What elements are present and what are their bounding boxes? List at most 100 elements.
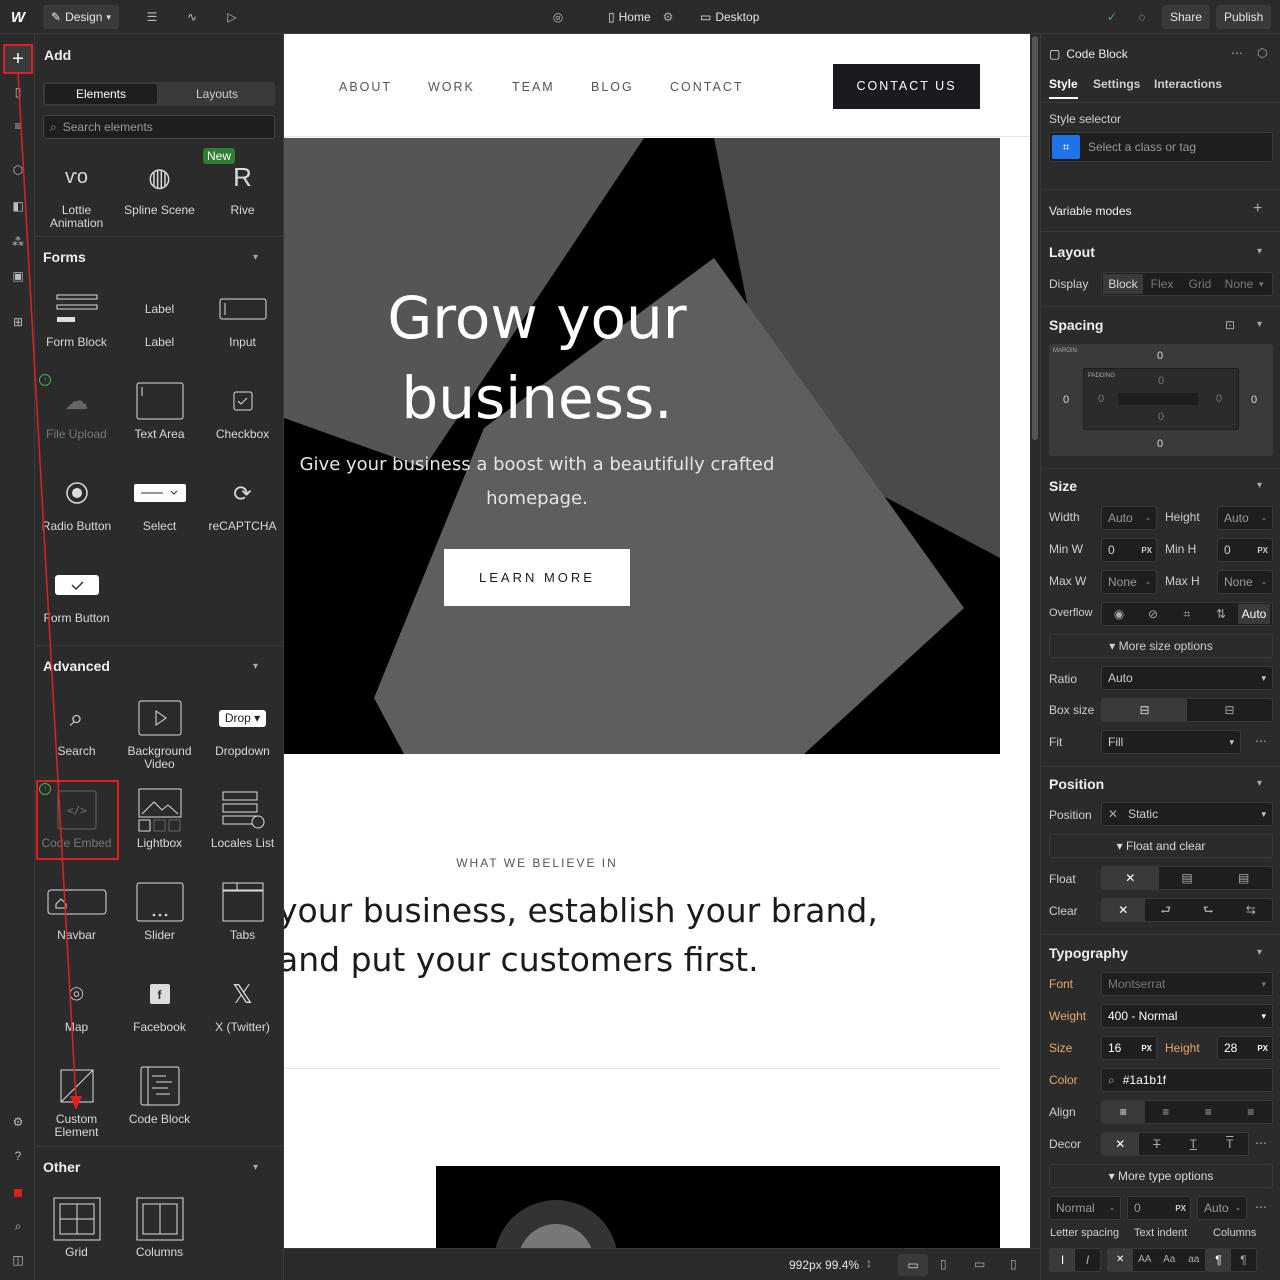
more-size-options[interactable]: ▾ More size options [1049, 634, 1273, 658]
element-grid[interactable]: Grid [35, 1196, 118, 1259]
minh-input[interactable]: 0 PX [1217, 538, 1273, 562]
align-left-icon[interactable]: ≡ [1102, 1101, 1145, 1123]
canvas-scrollbar[interactable] [1030, 34, 1040, 1248]
spacing-mode-icon[interactable]: ⊡ [1225, 318, 1235, 332]
element-slider[interactable]: Slider [118, 879, 201, 942]
margin-top[interactable]: 0 [1157, 350, 1163, 362]
chevron-down-icon[interactable]: ▾ [1257, 246, 1262, 257]
border-box-icon[interactable]: ⊟ [1102, 699, 1187, 721]
element-text-area[interactable]: Text Area [118, 378, 201, 441]
overflow-auto[interactable]: Auto [1238, 604, 1270, 624]
element-facebook[interactable]: f Facebook [118, 971, 201, 1034]
add-elements-icon[interactable]: + [3, 44, 33, 74]
font-select[interactable]: Montserrat ▾ [1101, 972, 1273, 996]
nav-blog[interactable]: BLOG [591, 80, 634, 94]
tablet-icon[interactable]: ▯ [940, 1257, 947, 1271]
padding-top[interactable]: 0 [1158, 375, 1164, 387]
text-indent-input[interactable]: 0 PX [1127, 1196, 1191, 1220]
settings-icon[interactable]: ⚙ [6, 1110, 30, 1134]
comment-icon[interactable]: ◌ [1130, 5, 1154, 29]
element-dropdown[interactable]: Drop ▾ Dropdown [201, 695, 283, 758]
display-grid[interactable]: Grid [1181, 277, 1219, 291]
align-justify-icon[interactable]: ≡ [1230, 1101, 1273, 1123]
play-icon[interactable]: ▷ [220, 5, 244, 29]
search-input[interactable]: ⌕ Search elements [43, 115, 275, 139]
add-icon[interactable]: + [1253, 200, 1262, 218]
page-selector[interactable]: ▯ Home ⚙ [608, 10, 673, 24]
minw-input[interactable]: 0 PX [1101, 538, 1157, 562]
line-height-input[interactable]: 28 PX [1217, 1036, 1273, 1060]
search-icon[interactable]: ⌕ [6, 1214, 30, 1238]
scroll-icon[interactable]: ⇅ [1204, 607, 1238, 621]
components-icon[interactable]: ⬡ [6, 158, 30, 182]
chevron-down-icon[interactable]: ▾ [1257, 480, 1262, 491]
nav-work[interactable]: WORK [428, 80, 475, 94]
component-icon[interactable]: ⬡ [1257, 46, 1267, 60]
margin-right[interactable]: 0 [1251, 394, 1257, 406]
element-columns[interactable]: Columns [118, 1196, 201, 1259]
contact-us-button[interactable]: CONTACT US [833, 64, 980, 109]
element-lottie[interactable]: ⱱo Lottie Animation [35, 154, 118, 230]
element-custom-element[interactable]: Custom Element [35, 1063, 118, 1139]
element-tabs[interactable]: Tabs [201, 879, 283, 942]
content-box-icon[interactable]: ⊟ [1187, 699, 1272, 721]
element-locales-list[interactable]: Locales List [201, 787, 283, 850]
clear-right-icon[interactable]: ⮑ [1187, 899, 1230, 921]
pages-icon[interactable]: ▯ [6, 80, 30, 104]
more-icon[interactable]: ⋯ [1255, 734, 1267, 748]
mobile-portrait-icon[interactable]: ▯ [1010, 1257, 1017, 1271]
element-map[interactable]: ⌾ Map [35, 971, 118, 1034]
layout-heading[interactable]: Layout [1049, 244, 1095, 260]
resize-icon[interactable]: ↕ [866, 1256, 872, 1270]
nav-team[interactable]: TEAM [512, 80, 555, 94]
analytics-icon[interactable]: ∿ [180, 5, 204, 29]
align-center-icon[interactable]: ≡ [1145, 1101, 1188, 1123]
mobile-landscape-icon[interactable]: ▭ [974, 1257, 985, 1271]
chevron-down-icon[interactable]: ▾ [253, 1162, 258, 1173]
other-heading[interactable]: Other [43, 1159, 80, 1175]
chevron-down-icon[interactable]: ▾ [253, 252, 258, 263]
columns-input[interactable]: Auto - [1197, 1196, 1247, 1220]
clear-none-icon[interactable]: ✕ [1102, 899, 1145, 921]
breakpoint-selector[interactable]: ▭ Desktop [700, 10, 759, 24]
color-input[interactable]: ⌕ #1a1b1f [1101, 1068, 1273, 1092]
share-button[interactable]: Share [1162, 5, 1211, 29]
element-input[interactable]: Input [201, 286, 283, 349]
learn-more-button[interactable]: LEARN MORE [444, 549, 630, 606]
decor-none-icon[interactable]: ✕ [1102, 1133, 1139, 1155]
navigator-icon[interactable]: ≡ [6, 114, 30, 138]
element-recaptcha[interactable]: ⟳ reCAPTCHA [201, 470, 283, 533]
element-search[interactable]: ⌕ Search [35, 695, 118, 758]
more-icon[interactable]: ⋯ [1255, 1136, 1267, 1150]
float-left-icon[interactable]: ▤ [1159, 867, 1216, 889]
display-block[interactable]: Block [1103, 274, 1143, 294]
element-radio-button[interactable]: Radio Button [35, 470, 118, 533]
element-navbar[interactable]: Navbar [35, 879, 118, 942]
variables-icon[interactable]: ⁂ [6, 230, 30, 254]
float-none-icon[interactable]: ✕ [1102, 867, 1159, 889]
size-heading[interactable]: Size [1049, 478, 1077, 494]
tab-style[interactable]: Style [1049, 77, 1078, 99]
record-icon[interactable]: ◼ [6, 1180, 30, 1204]
nav-contact[interactable]: CONTACT [670, 80, 744, 94]
ratio-select[interactable]: Auto ▾ [1101, 666, 1273, 690]
styles-icon[interactable]: ◧ [6, 194, 30, 218]
case-none-icon[interactable]: ✕ [1108, 1249, 1133, 1271]
margin-left[interactable]: 0 [1063, 394, 1069, 406]
padding-right[interactable]: 0 [1216, 393, 1222, 405]
padding-bottom[interactable]: 0 [1158, 411, 1164, 423]
float-right-icon[interactable]: ▤ [1215, 867, 1272, 889]
advanced-heading[interactable]: Advanced [43, 658, 110, 674]
regular-style-icon[interactable]: I [1050, 1249, 1075, 1271]
fit-select[interactable]: Fill ▾ [1101, 730, 1241, 754]
element-code-embed[interactable]: </> Code Embed [35, 787, 118, 850]
help-icon[interactable]: ? [6, 1144, 30, 1168]
element-x-twitter[interactable]: 𝕏 X (Twitter) [201, 971, 283, 1034]
italic-icon[interactable]: I [1075, 1249, 1100, 1271]
apps-icon[interactable]: ⊞ [6, 310, 30, 334]
element-code-block[interactable]: Code Block [118, 1063, 201, 1126]
uppercase-icon[interactable]: AA [1133, 1249, 1158, 1271]
nav-about[interactable]: ABOUT [339, 80, 392, 94]
chevron-down-icon[interactable]: ▾ [1257, 319, 1262, 330]
chevron-down-icon[interactable]: ▾ [1257, 947, 1262, 958]
